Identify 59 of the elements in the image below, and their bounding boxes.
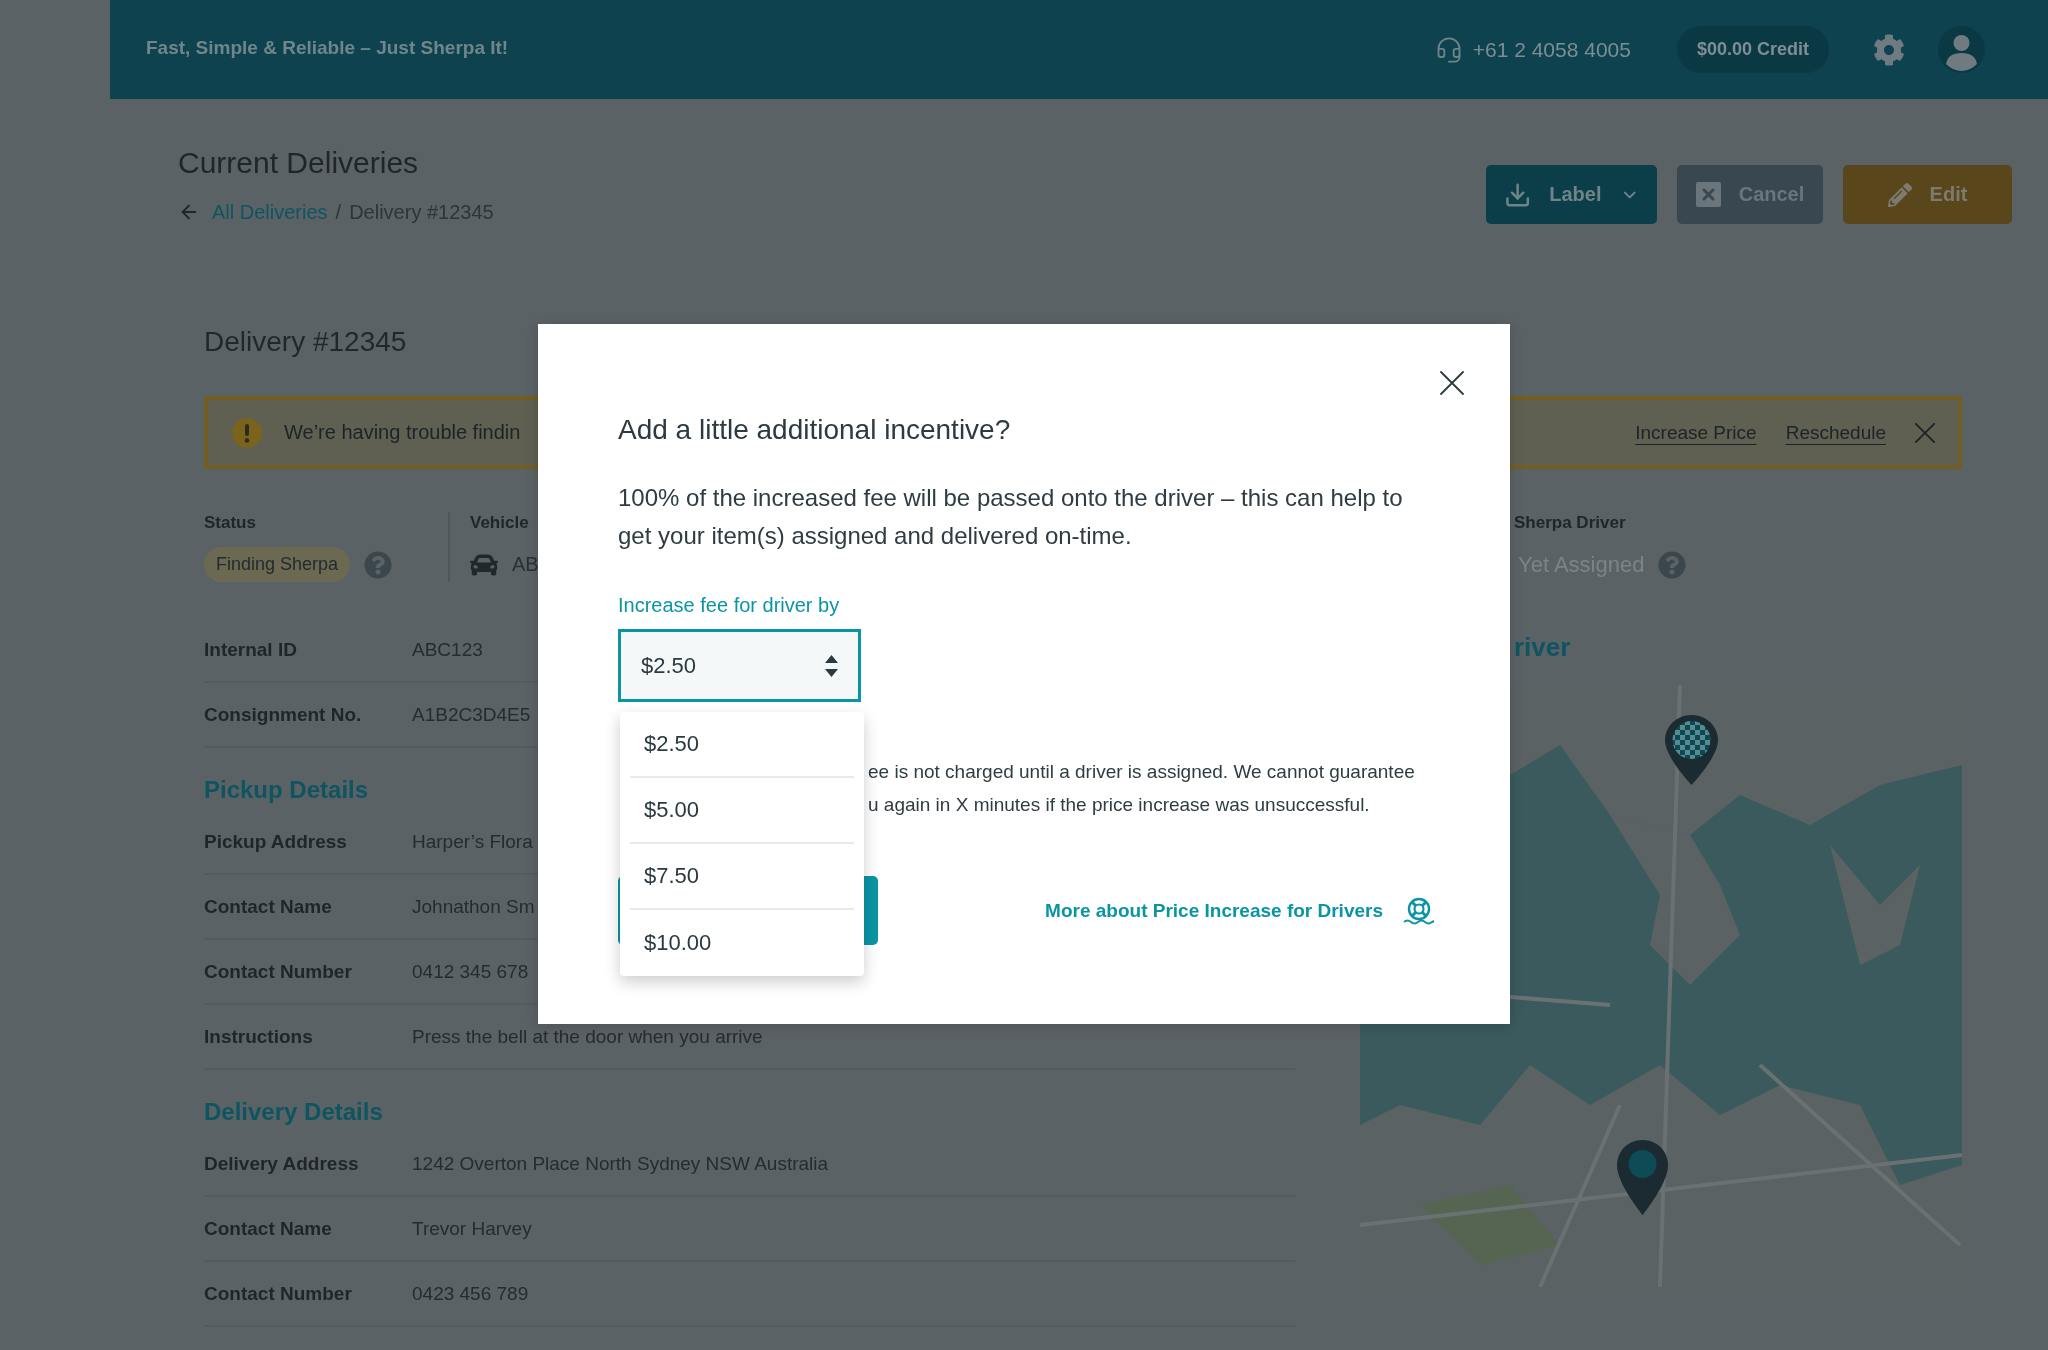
- avatar-icon[interactable]: [1938, 26, 1985, 73]
- field-value: ABC123: [412, 638, 483, 661]
- alert-link[interactable]: Increase Price: [1635, 421, 1757, 444]
- vehicle-label: Vehicle: [470, 512, 529, 534]
- close-icon[interactable]: [1440, 371, 1464, 395]
- field-value: Press the bell at the door when you arrive: [412, 1025, 763, 1048]
- field-label: Pickup Address: [204, 830, 347, 853]
- field-label: Instructions: [204, 1025, 313, 1048]
- credit-balance[interactable]: $00.00 Credit: [1676, 26, 1829, 73]
- field-value: Johnathon Sm: [412, 895, 535, 918]
- close-square-icon: [1695, 182, 1721, 207]
- warning-icon: [232, 417, 262, 448]
- tagline: Fast, Simple & Reliable – Just Sherpa It!: [146, 36, 509, 59]
- up-down-arrows-icon: [825, 654, 838, 677]
- field-label: Contact Name: [204, 1217, 332, 1240]
- help-link[interactable]: More about Price Increase for Drivers: [1045, 896, 1435, 925]
- delivery-title: Delivery #12345: [204, 325, 407, 359]
- label-button[interactable]: Label: [1486, 165, 1657, 224]
- field-value: 0412 345 678: [412, 960, 529, 983]
- help-icon[interactable]: [364, 550, 393, 579]
- dropdown-option[interactable]: $2.50: [630, 712, 854, 778]
- dropdown-option[interactable]: $10.00: [630, 910, 854, 976]
- dropdown-option[interactable]: $7.50: [630, 844, 854, 910]
- settings-icon[interactable]: [1873, 33, 1905, 66]
- field-value: A1B2C3D4E5: [412, 703, 531, 726]
- edit-button[interactable]: Edit: [1843, 165, 2012, 224]
- field-label: Contact Number: [204, 960, 352, 983]
- dropdown-option[interactable]: $5.00: [630, 778, 854, 844]
- modal-title: Add a little additional incentive?: [618, 413, 1011, 447]
- section-heading: Pickup Details: [204, 775, 369, 805]
- modal-body-text: 100% of the increased fee will be passed onto the driver – this can help to get your item(s) assigned and delivered on-time.: [618, 483, 1404, 551]
- field-label: Consignment No.: [204, 703, 362, 726]
- status-pill: Finding Sherpa: [204, 547, 351, 582]
- note-text: ee is not charged until a driver is assigned. We cannot guarantee: [868, 760, 1415, 784]
- fee-field-label: Increase fee for driver by: [618, 593, 840, 617]
- note-text: u again in X minutes if the price increase was unsuccessful.: [868, 793, 1370, 817]
- help-icon[interactable]: [1658, 550, 1687, 579]
- page-title: Current Deliveries: [178, 145, 419, 181]
- alert-message: We’re having trouble findin: [284, 421, 521, 444]
- field-value: Trevor Harvey: [412, 1217, 532, 1240]
- pencil-icon: [1887, 182, 1912, 207]
- section-heading: Delivery Details: [204, 1097, 383, 1127]
- field-label: Contact Name: [204, 895, 332, 918]
- phone-number: +61 2 4058 4005: [1472, 37, 1631, 62]
- field-value: 1242 Overton Place North Sydney NSW Australia: [412, 1152, 829, 1175]
- map-pin-icon[interactable]: [1617, 1140, 1668, 1215]
- field-label: Contact Number: [204, 1282, 352, 1305]
- breadcrumb-separator: /: [335, 200, 342, 225]
- driver-label: Sherpa Driver: [1514, 512, 1626, 534]
- field-value: 0423 456 789: [412, 1282, 529, 1305]
- fee-select[interactable]: $2.50: [618, 629, 861, 702]
- checkered-pin-icon[interactable]: [1665, 715, 1718, 785]
- field-value: Harper’s Flora: [412, 830, 533, 853]
- status-label: Status: [204, 512, 256, 534]
- section-heading: river: [1514, 632, 1571, 662]
- field-label: Internal ID: [204, 638, 297, 661]
- alert-link[interactable]: Reschedule: [1785, 421, 1886, 444]
- field-label: Delivery Address: [204, 1152, 359, 1175]
- lifebuoy-icon: [1403, 896, 1435, 925]
